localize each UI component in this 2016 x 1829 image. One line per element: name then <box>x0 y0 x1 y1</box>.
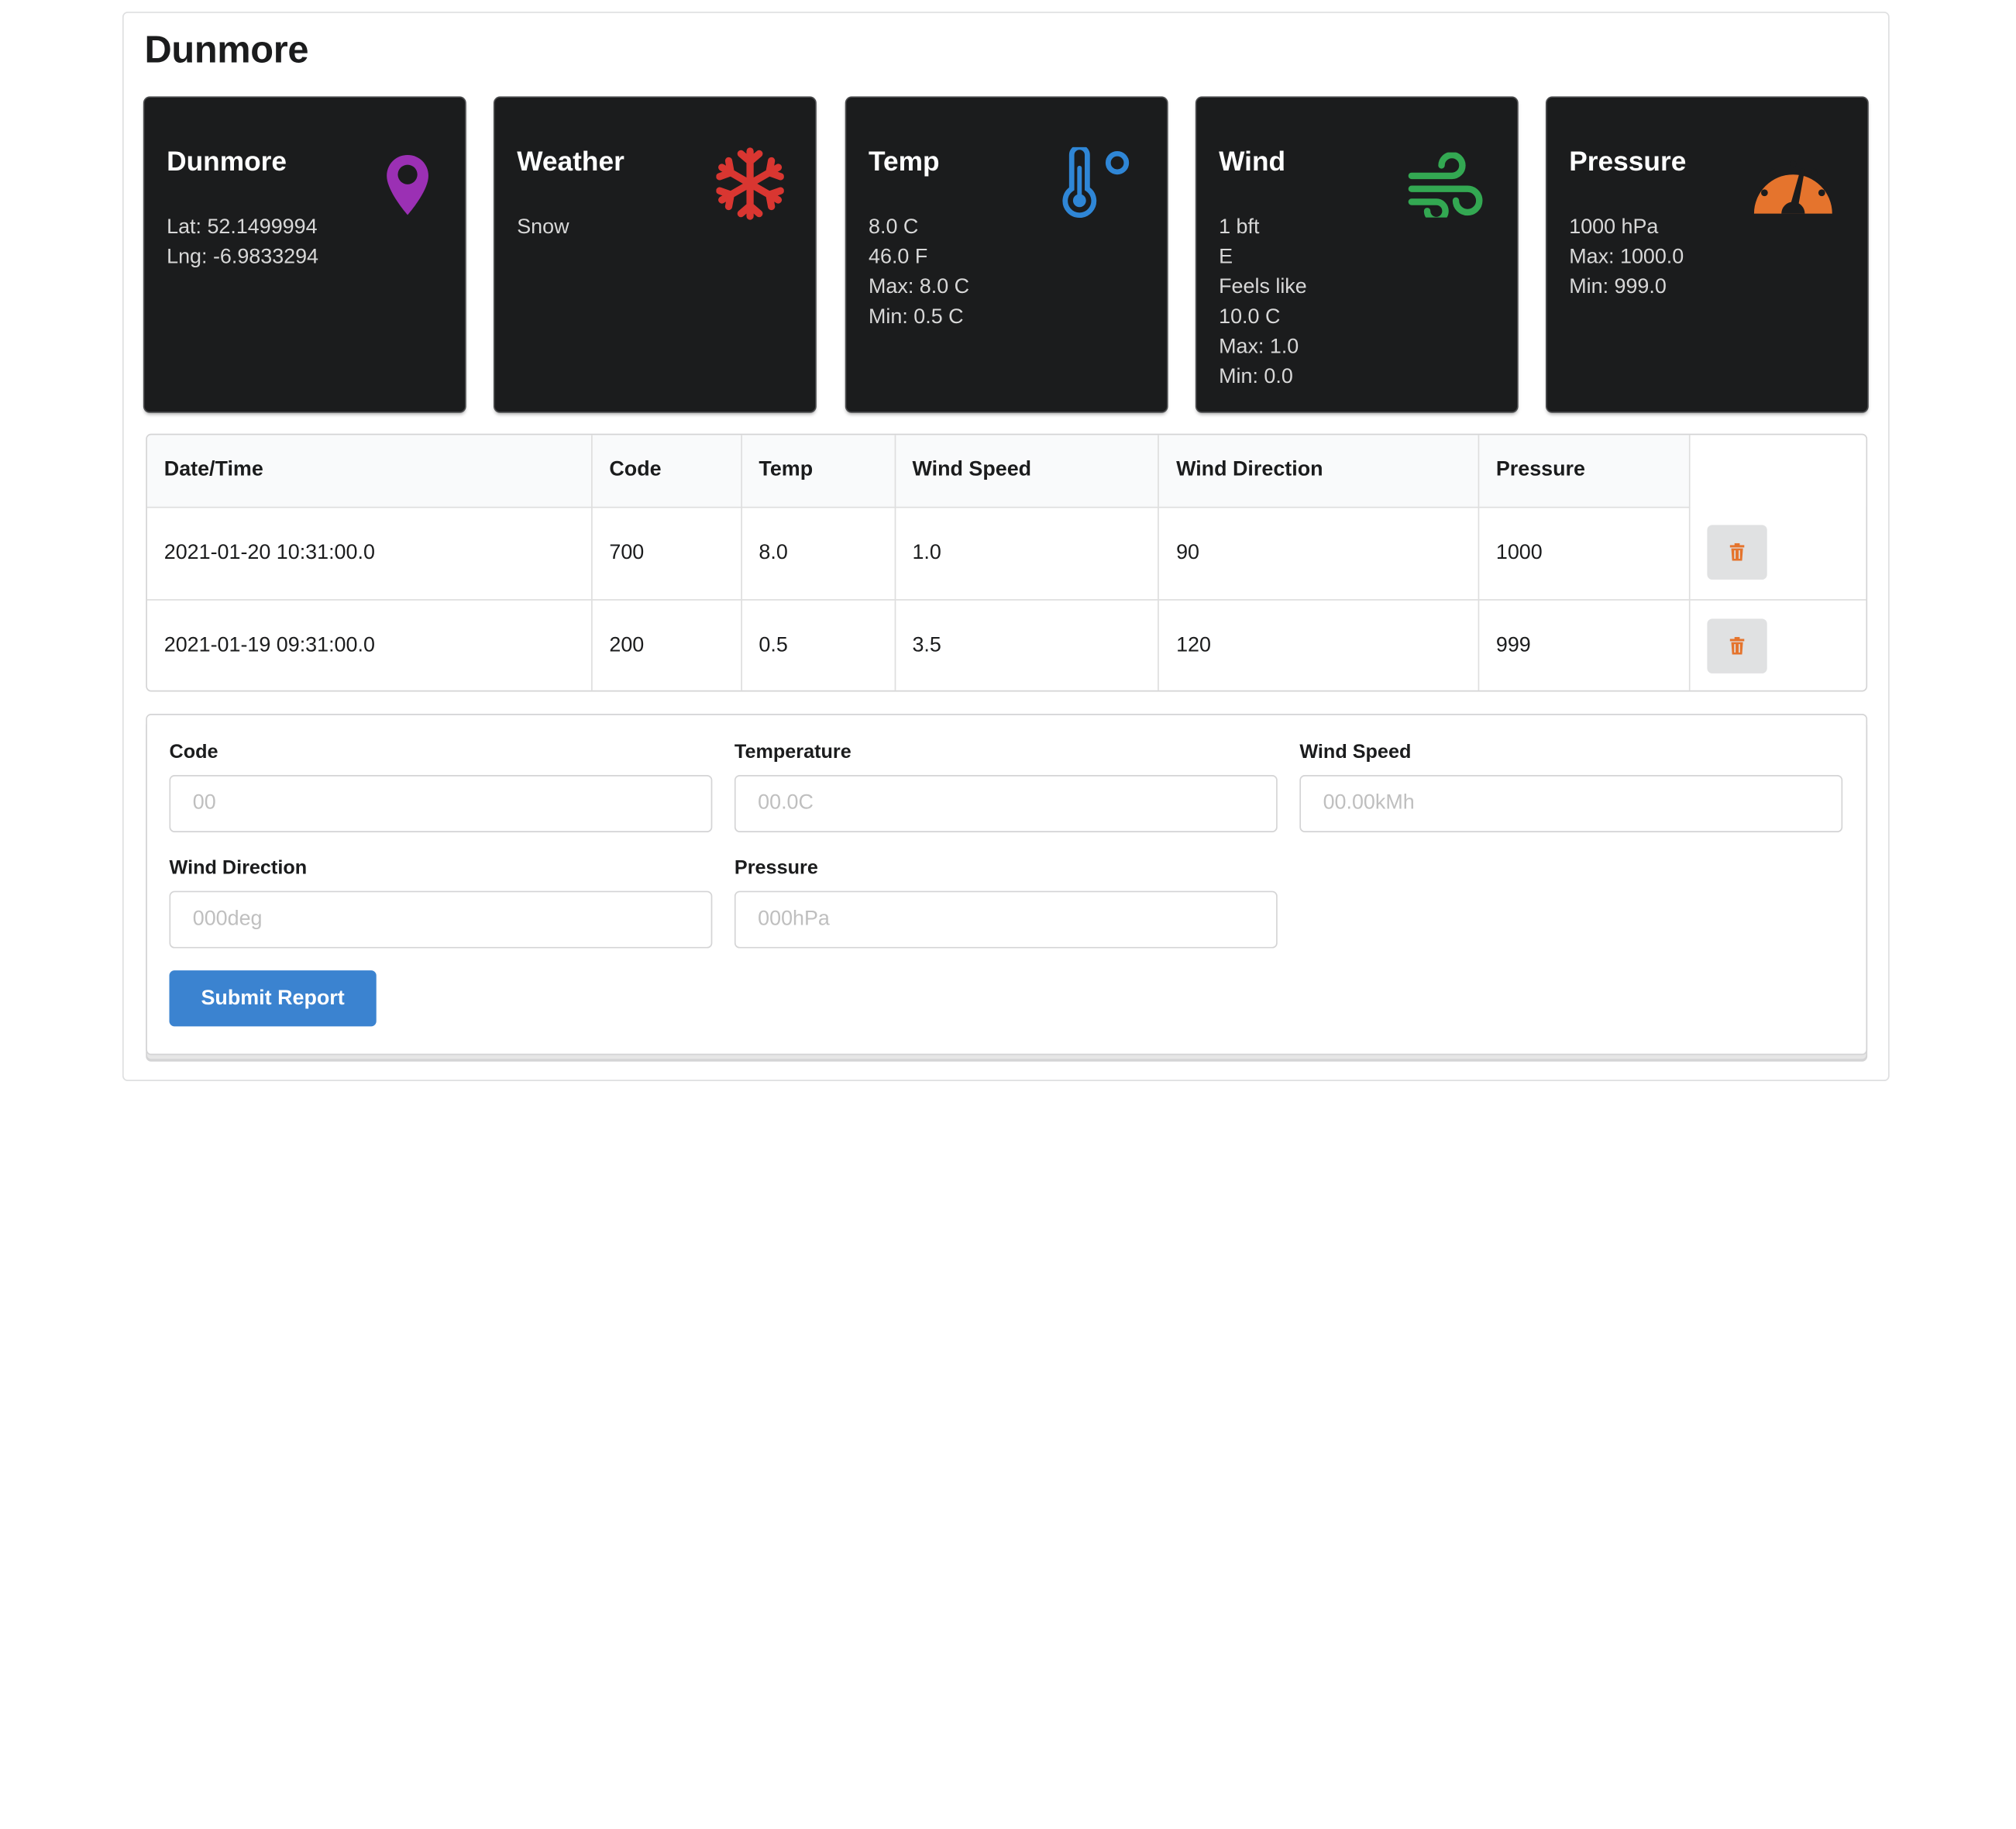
column-header-temp: Temp <box>741 435 896 508</box>
temperature-label: Temperature <box>734 741 851 763</box>
wind-direction-label: Wind Direction <box>169 856 308 880</box>
cell-temp: 8.0 <box>741 506 896 600</box>
cell-pressure: 1000 <box>1478 506 1690 600</box>
weather-condition-text: Snow <box>517 215 569 239</box>
reports-table: Date/Time Code Temp Wind Speed Wind Dire… <box>146 433 1868 692</box>
snowflake-icon <box>716 147 784 220</box>
cell-code: 700 <box>591 506 742 600</box>
page-title: Dunmore <box>144 29 309 72</box>
page: Dunmore Dunmore Lat: 52.1499994 Lng: -6.… <box>0 0 2016 1829</box>
longitude-text: Lng: -6.9833294 <box>167 246 319 269</box>
table-row: 2021-01-19 09:31:00.0 200 0.5 3.5 120 99… <box>146 599 1866 691</box>
pressure-label: Pressure <box>734 856 818 880</box>
wind-feels-like-label: Feels like <box>1219 276 1307 298</box>
temp-celsius-text: 8.0 C <box>869 215 919 239</box>
cell-wind-direction: 90 <box>1158 506 1480 600</box>
cell-actions <box>1689 599 1866 691</box>
latitude-text: Lat: 52.1499994 <box>167 215 318 239</box>
cell-datetime: 2021-01-20 10:31:00.0 <box>146 506 593 600</box>
trash-icon <box>1729 543 1744 561</box>
wind-beaufort-text: 1 bft <box>1219 215 1260 239</box>
wind-direction-input[interactable] <box>169 890 713 949</box>
pressure-max-text: Max: 1000.0 <box>1569 246 1684 269</box>
column-header-pressure: Pressure <box>1478 435 1690 508</box>
wind-direction-text: E <box>1219 246 1233 269</box>
temp-fahrenheit-text: 46.0 F <box>869 246 928 269</box>
delete-report-button[interactable] <box>1706 618 1767 673</box>
wind-card-title: Wind <box>1219 146 1286 177</box>
code-label: Code <box>169 741 218 763</box>
wind-speed-input[interactable] <box>1299 775 1843 832</box>
pressure-min-text: Min: 999.0 <box>1569 276 1667 298</box>
code-input[interactable] <box>169 775 713 832</box>
temperature-field: Temperature <box>734 741 1278 832</box>
column-header-wind-speed: Wind Speed <box>894 435 1160 508</box>
column-header-code: Code <box>591 435 742 508</box>
weather-card-title: Weather <box>517 146 624 177</box>
map-pin-icon <box>387 155 428 215</box>
temp-min-text: Min: 0.5 C <box>869 305 964 329</box>
cell-pressure: 999 <box>1478 599 1690 691</box>
cell-wind-speed: 1.0 <box>894 506 1160 600</box>
wind-feels-like-value: 10.0 C <box>1219 305 1281 329</box>
pressure-input[interactable] <box>734 890 1278 949</box>
cell-datetime: 2021-01-19 09:31:00.0 <box>146 599 593 691</box>
temp-max-text: Max: 8.0 C <box>869 276 970 298</box>
trash-icon <box>1729 636 1744 655</box>
cell-wind-direction: 120 <box>1158 599 1480 691</box>
wind-speed-label: Wind Speed <box>1299 741 1412 763</box>
wind-speed-field: Wind Speed <box>1299 741 1843 832</box>
pressure-field: Pressure <box>734 857 1278 949</box>
wind-icon <box>1408 152 1483 218</box>
cell-actions <box>1689 506 1866 600</box>
temp-card: Temp 8.0 C 46.0 F Max: 8.0 C Min: 0.5 C <box>846 98 1167 412</box>
column-header-datetime: Date/Time <box>146 435 593 508</box>
weather-card: Weather Snow <box>494 98 816 412</box>
wind-min-text: Min: 0.0 <box>1219 366 1293 388</box>
location-card: Dunmore Lat: 52.1499994 Lng: -6.9833294 <box>144 98 466 412</box>
column-header-actions <box>1689 435 1866 507</box>
table-header-row: Date/Time Code Temp Wind Speed Wind Dire… <box>146 435 1866 508</box>
cell-code: 200 <box>591 599 742 691</box>
delete-report-button[interactable] <box>1706 525 1767 580</box>
pressure-card: Pressure 1000 hPa Max: 1000.0 Min: 999.0 <box>1546 98 1868 412</box>
thermometer-icon <box>1062 146 1130 218</box>
cell-wind-speed: 3.5 <box>894 599 1160 691</box>
wind-direction-field: Wind Direction <box>169 856 713 949</box>
pressure-card-title: Pressure <box>1569 146 1687 177</box>
cell-temp: 0.5 <box>741 599 896 691</box>
temperature-input[interactable] <box>734 775 1278 832</box>
code-field: Code <box>169 741 713 832</box>
table-row: 2021-01-20 10:31:00.0 700 8.0 1.0 90 100… <box>146 506 1866 600</box>
temp-card-title: Temp <box>869 146 940 177</box>
wind-max-text: Max: 1.0 <box>1219 336 1299 359</box>
location-card-title: Dunmore <box>167 146 287 177</box>
submit-report-button[interactable]: Submit Report <box>169 970 377 1027</box>
wind-card: Wind 1 bft E Feels like 10.0 C Max: 1.0 … <box>1196 98 1518 412</box>
report-form: Code Temperature Wind Speed Wind Directi… <box>146 714 1868 1056</box>
column-header-wind-direction: Wind Direction <box>1158 435 1480 508</box>
gauge-icon <box>1753 160 1832 214</box>
pressure-value-text: 1000 hPa <box>1569 215 1659 239</box>
